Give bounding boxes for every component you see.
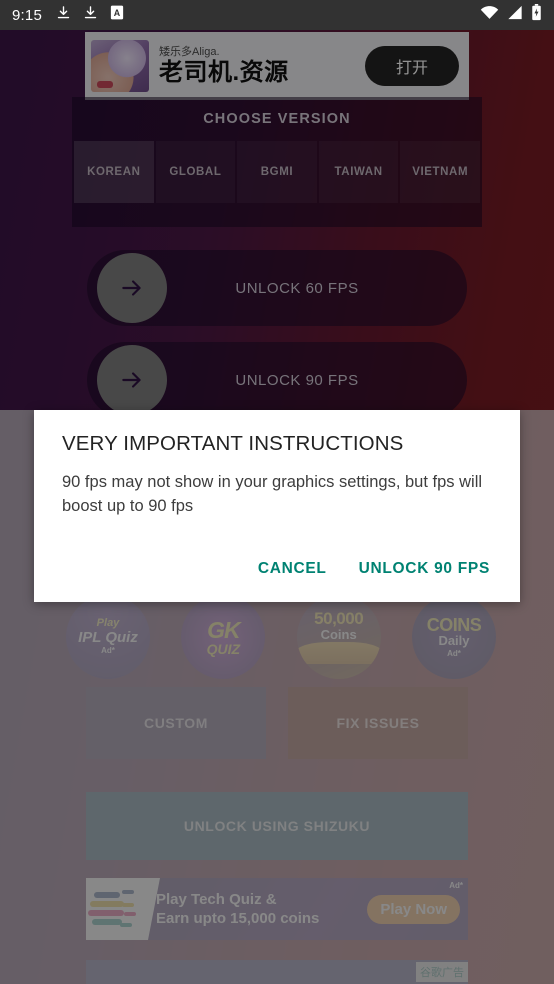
dialog-title: VERY IMPORTANT INSTRUCTIONS — [62, 432, 404, 455]
download-icon — [56, 5, 71, 25]
app-badge-a-icon: A — [110, 5, 124, 25]
dialog-confirm-unlock-90fps-button[interactable]: UNLOCK 90 FPS — [349, 552, 500, 586]
dialog-scrim-top[interactable] — [0, 30, 554, 410]
cellular-signal-icon — [507, 5, 523, 25]
status-bar-system-icons — [480, 4, 542, 26]
status-bar-clock: 9:15 — [12, 6, 42, 24]
battery-charging-icon — [531, 4, 542, 26]
wifi-icon — [480, 5, 499, 25]
important-instructions-dialog: VERY IMPORTANT INSTRUCTIONS 90 fps may n… — [34, 410, 520, 602]
svg-text:A: A — [114, 8, 121, 18]
status-bar-notification-icons: A — [56, 5, 124, 25]
status-bar: 9:15 A — [0, 0, 554, 30]
dialog-actions: CANCEL UNLOCK 90 FPS — [248, 552, 500, 586]
dialog-cancel-button[interactable]: CANCEL — [248, 552, 337, 586]
phone-screen: 矮乐多Aliga. 老司机.资源 打开 CHOOSE VERSION KOREA… — [0, 0, 554, 984]
download-icon — [83, 5, 98, 25]
dialog-message: 90 fps may not show in your graphics set… — [62, 473, 483, 515]
